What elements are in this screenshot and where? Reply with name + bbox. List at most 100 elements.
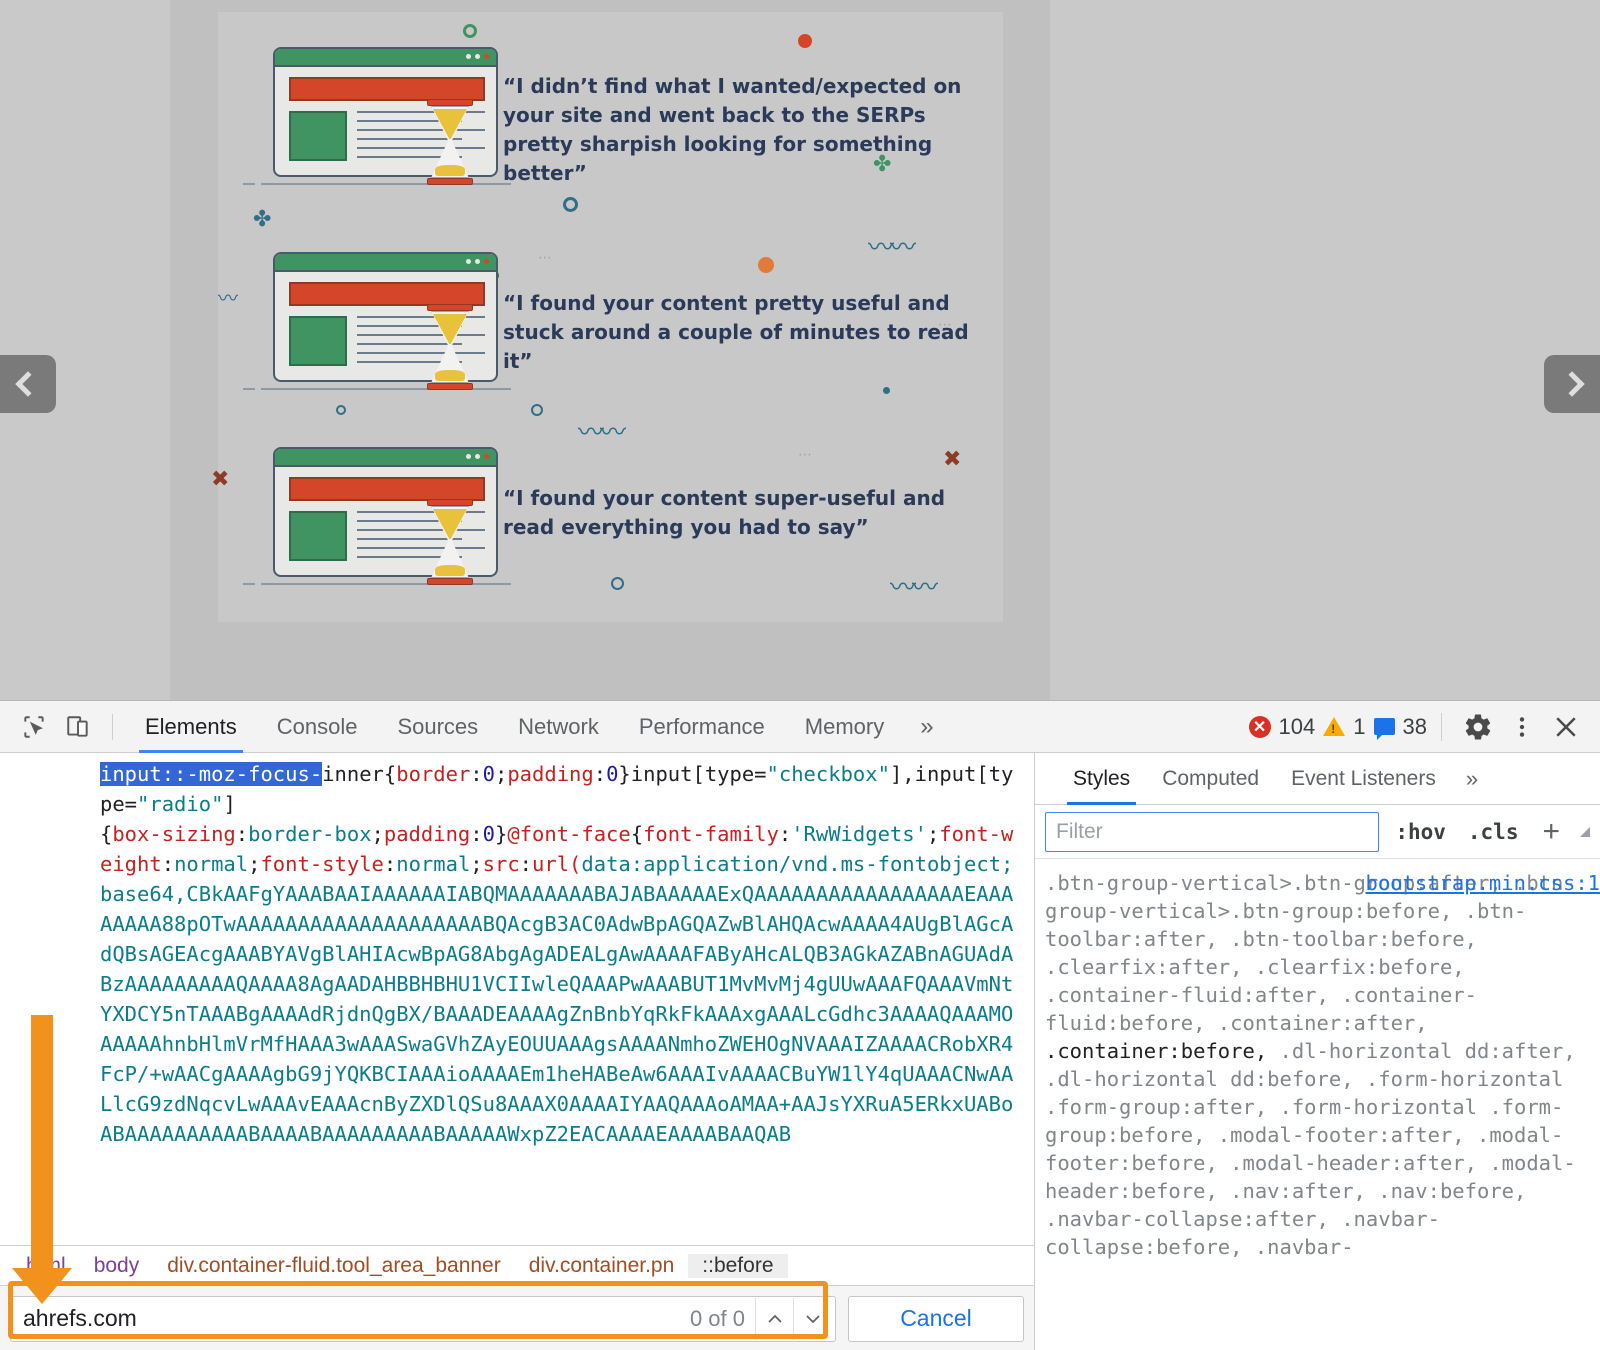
error-count: 104 [1278, 713, 1316, 739]
browser-mockup [243, 47, 511, 187]
browser-mockup [243, 252, 511, 392]
toolbar-divider [112, 713, 113, 740]
deco-ring [531, 404, 543, 416]
cls-toggle-button[interactable]: .cls [1462, 820, 1525, 844]
hourglass-icon [425, 499, 475, 585]
lightbox-stage: ✤ ✤ ✖ ✖ 〰〰 〰〰 〰〰 〰 ⋯ ⋯ ⋯ “I didn’t find … [170, 0, 1050, 700]
tab-console[interactable]: Console [257, 701, 378, 753]
tab-styles[interactable]: Styles [1057, 753, 1146, 805]
selected-text: input::-moz-focus- [100, 762, 323, 786]
warning-count: 1 [1353, 713, 1366, 739]
devtools-body: input::-moz-focus-inner{border:0;padding… [0, 753, 1600, 1350]
search-input[interactable] [23, 1305, 690, 1332]
tab-sources[interactable]: Sources [377, 701, 498, 753]
deco-dot [758, 257, 774, 273]
search-result-count: 0 of 0 [689, 1305, 745, 1331]
breadcrumb-item-container-fluid[interactable]: div.container-fluid.tool_area_banner [153, 1254, 515, 1278]
tab-elements[interactable]: Elements [125, 701, 257, 753]
deco-dot [798, 34, 812, 48]
info-count: 38 [1402, 713, 1427, 739]
issue-counters[interactable]: ✕ 104 1 38 [1248, 713, 1427, 740]
stylesheet-origin-link[interactable]: bootstrap.min.css:1 [1366, 869, 1600, 897]
tab-event-listeners[interactable]: Event Listeners [1275, 753, 1452, 805]
css-source-view[interactable]: input::-moz-focus-inner{border:0;padding… [0, 753, 1034, 1231]
toolbar-divider [1441, 712, 1442, 741]
css-rule-list: bootstrap.min.css:1 .btn-group-vertical>… [1035, 859, 1600, 1350]
deco-dot [883, 387, 890, 394]
tab-network[interactable]: Network [498, 701, 619, 753]
hov-toggle-button[interactable]: :hov [1389, 820, 1452, 844]
search-next-button[interactable] [793, 1297, 831, 1340]
tab-label: Event Listeners [1291, 766, 1436, 790]
quote-text: “I found your content pretty useful and … [503, 291, 969, 373]
dots-icon: ⋯ [798, 447, 812, 463]
tab-computed[interactable]: Computed [1146, 753, 1275, 805]
plus-star-icon: ✤ [253, 207, 272, 232]
tab-label: Memory [804, 713, 885, 739]
cross-star-icon: ✖ [211, 467, 230, 492]
chevron-right-icon [1559, 371, 1585, 397]
breadcrumb-item-before[interactable]: ::before [688, 1253, 788, 1278]
tab-label: Computed [1162, 766, 1260, 790]
elements-pane: input::-moz-focus-inner{border:0;padding… [0, 753, 1035, 1350]
screenshot-root: ✤ ✤ ✖ ✖ 〰〰 〰〰 〰〰 〰 ⋯ ⋯ ⋯ “I didn’t find … [0, 0, 1600, 1350]
devtools-panel: Elements Console Sources Network Perform… [0, 700, 1600, 1350]
tab-label: Network [518, 713, 599, 739]
more-tabs-button[interactable]: » [904, 713, 949, 741]
squiggle-icon: 〰〰 [578, 418, 626, 448]
more-options-icon[interactable] [1500, 707, 1544, 747]
deco-ring [563, 197, 578, 212]
orange-arrow-annotation [12, 1015, 72, 1304]
styles-filter-row: :hov .cls + [1035, 805, 1600, 859]
info-icon [1373, 718, 1395, 740]
close-icon[interactable] [1544, 707, 1588, 747]
tab-memory[interactable]: Memory [785, 701, 904, 753]
chevron-left-icon [15, 371, 41, 397]
matched-selector: .container:before, [1045, 1039, 1268, 1063]
hourglass-icon [425, 304, 475, 390]
tab-label: Console [276, 713, 358, 739]
filter-input-wrapper[interactable] [1045, 811, 1380, 852]
squiggle-icon: 〰〰 [868, 233, 916, 263]
tab-performance[interactable]: Performance [619, 701, 785, 753]
filter-input[interactable] [1056, 819, 1369, 844]
quote-text: “I didn’t find what I wanted/expected on… [503, 74, 962, 185]
warning-icon [1323, 717, 1346, 736]
new-style-rule-button[interactable]: + [1534, 815, 1568, 849]
previous-image-button[interactable] [0, 355, 56, 413]
cancel-button[interactable]: Cancel [848, 1295, 1024, 1342]
infographic-image: ✤ ✤ ✖ ✖ 〰〰 〰〰 〰〰 〰 ⋯ ⋯ ⋯ “I didn’t find … [211, 12, 1003, 622]
breadcrumb-item-container[interactable]: div.container.pn [515, 1254, 689, 1278]
tab-label: Performance [638, 713, 765, 739]
hourglass-icon [425, 99, 475, 185]
breadcrumb-item-body[interactable]: body [80, 1254, 154, 1278]
device-toolbar-icon[interactable] [56, 707, 100, 747]
cross-star-icon: ✖ [943, 447, 962, 472]
search-input-wrapper[interactable]: 0 of 0 [10, 1295, 836, 1342]
search-prev-button[interactable] [755, 1297, 793, 1340]
active-tab-underline [1067, 801, 1137, 805]
image-lightbox: ✤ ✤ ✖ ✖ 〰〰 〰〰 〰〰 〰 ⋯ ⋯ ⋯ “I didn’t find … [0, 0, 1600, 700]
base64-font-data: CBkAAFgYAAABAAIAAAAAAIABQMAAAAAAABAJABAA… [100, 882, 1014, 1146]
browser-mockup [243, 447, 511, 587]
error-icon: ✕ [1248, 715, 1271, 738]
more-styles-tabs-button[interactable]: » [1452, 766, 1492, 792]
dots-icon: ⋯ [538, 250, 552, 266]
breadcrumb: html body div.container-fluid.tool_area_… [0, 1245, 1034, 1285]
find-bar: 0 of 0 Cancel [0, 1285, 1034, 1350]
deco-ring [336, 405, 346, 415]
deco-ring [463, 24, 477, 38]
squiggle-icon: 〰〰 [890, 573, 938, 603]
styles-pane: Styles Computed Event Listeners » Filter… [1035, 753, 1600, 1350]
resize-handle-icon[interactable] [1580, 826, 1590, 837]
squiggle-icon: 〰 [218, 286, 238, 310]
inspect-element-icon[interactable] [12, 707, 56, 747]
deco-ring [611, 577, 624, 590]
next-image-button[interactable] [1544, 355, 1600, 413]
styles-tab-list: Styles Computed Event Listeners » [1035, 753, 1600, 805]
gear-icon[interactable] [1456, 707, 1500, 747]
quote-text: “I found your content super-useful and r… [503, 486, 946, 539]
devtools-tab-list: Elements Console Sources Network Perform… [125, 701, 950, 753]
tab-label: Sources [397, 713, 479, 739]
devtools-toolbar: Elements Console Sources Network Perform… [0, 701, 1600, 753]
